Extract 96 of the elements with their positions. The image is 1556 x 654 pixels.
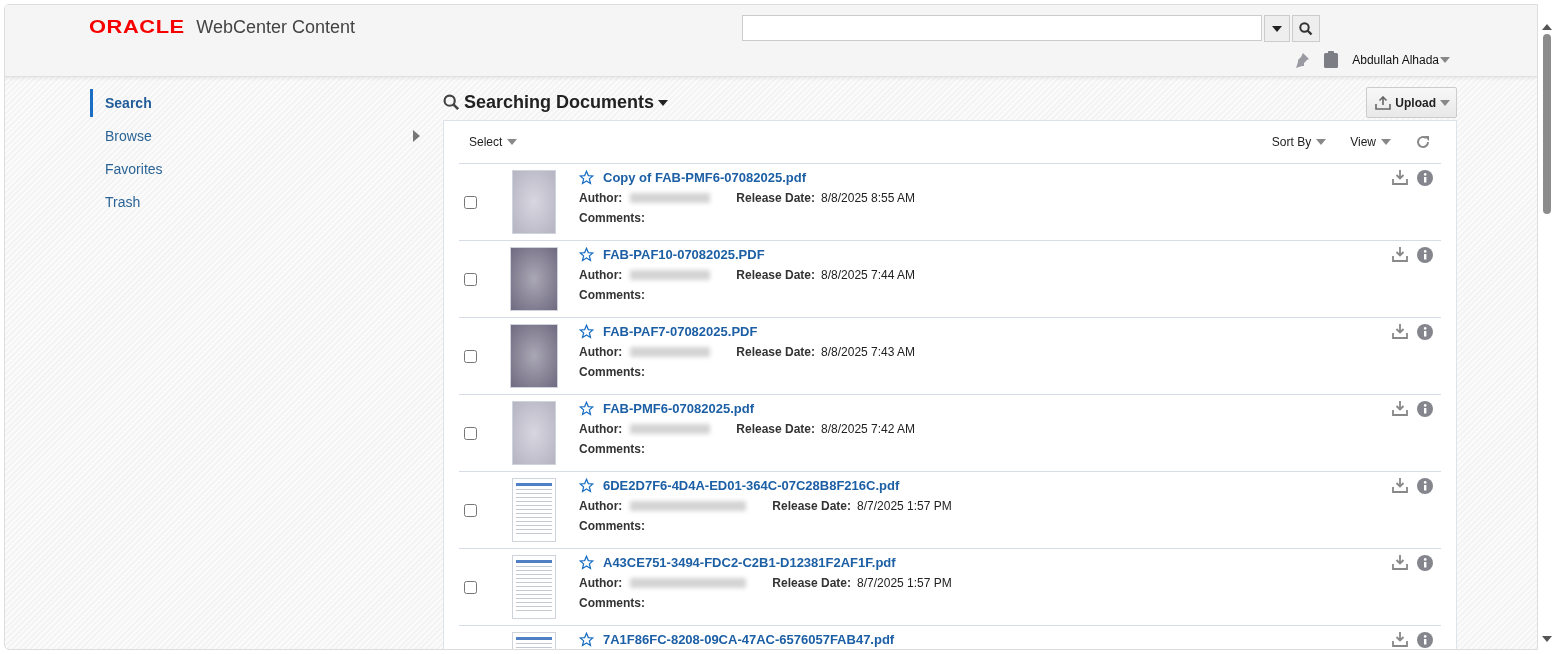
document-thumbnail[interactable] [512,170,556,234]
comments-label: Comments: [579,365,645,379]
favorite-star-icon[interactable] [579,170,594,185]
scroll-down-icon[interactable] [1542,636,1552,642]
row-checkbox[interactable] [464,195,477,209]
refresh-icon[interactable] [1415,134,1431,150]
view-menu[interactable]: View [1350,135,1391,149]
document-thumbnail[interactable] [512,478,556,542]
product-name: WebCenter Content [196,16,355,38]
release-date-label: Release Date: [772,576,852,590]
document-thumbnail[interactable] [512,401,556,465]
comments-label: Comments: [579,596,645,610]
favorite-star-icon[interactable] [579,632,594,647]
search-dropdown-button[interactable] [1264,15,1290,42]
document-title-link[interactable]: 6DE2D7F6-4D4A-ED01-364C-07C28B8F216C.pdf [603,478,900,493]
download-icon[interactable] [1392,555,1408,570]
download-icon[interactable] [1392,632,1408,647]
info-icon[interactable] [1417,401,1433,417]
search-title-menu[interactable]: Searching Documents [443,92,669,113]
info-icon[interactable] [1417,170,1433,186]
row-checkbox[interactable] [464,503,477,517]
sidebar-item[interactable]: Browse [90,122,420,150]
favorite-star-icon[interactable] [579,247,594,262]
sidebar-item[interactable]: Favorites [90,155,420,183]
document-title-link[interactable]: 7A1F86FC-8208-09CA-47AC-6576057FAB47.pdf [603,632,895,647]
document-title-link[interactable]: FAB-PMF6-07082025.pdf [603,401,754,416]
expand-arrow-icon[interactable] [413,130,420,142]
favorite-star-icon[interactable] [579,478,594,493]
caret-icon [1440,56,1450,63]
info-icon[interactable] [1417,247,1433,263]
release-date: 8/8/2025 8:55 AM [821,191,916,205]
pin-icon[interactable] [1294,51,1311,68]
caret-icon [507,139,518,145]
release-date: 8/7/2025 1:57 PM [857,576,952,590]
release-date-label: Release Date: [736,268,816,282]
caret-icon [1440,99,1450,106]
row-checkbox[interactable] [464,580,477,594]
search-icon [1299,21,1313,36]
download-icon[interactable] [1392,247,1408,262]
comments-label: Comments: [579,211,645,225]
scroll-up-icon[interactable] [1542,24,1552,30]
author-label: Author: [579,576,623,590]
release-date: 8/8/2025 7:44 AM [821,268,916,282]
favorite-star-icon[interactable] [579,324,594,339]
user-menu[interactable]: Abdullah Alhada [1352,52,1450,67]
select-menu[interactable]: Select [469,135,518,149]
document-title-link[interactable]: Copy of FAB-PMF6-07082025.pdf [603,170,806,185]
info-icon[interactable] [1417,478,1433,494]
release-date-label: Release Date: [736,422,816,436]
document-title-link[interactable]: FAB-PAF10-07082025.PDF [603,247,765,262]
caret-icon [1381,139,1391,145]
release-date: 8/7/2025 1:57 PM [857,499,952,513]
sort-by-menu[interactable]: Sort By [1271,135,1327,149]
document-title-link[interactable]: A43CE751-3494-FDC2-C2B1-D12381F2AF1F.pdf [603,555,896,570]
release-date: 8/8/2025 7:43 AM [821,345,916,359]
document-thumbnail[interactable] [510,324,558,388]
info-icon[interactable] [1417,324,1433,340]
document-title-link[interactable]: FAB-PAF7-07082025.PDF [603,324,758,339]
sidebar-item[interactable]: Trash [90,188,420,216]
info-icon[interactable] [1417,555,1433,571]
download-icon[interactable] [1392,170,1408,185]
caret-icon [1316,139,1327,145]
download-icon[interactable] [1392,324,1408,339]
document-thumbnail[interactable] [510,247,558,311]
scrollbar-thumb[interactable] [1543,34,1551,214]
row-checkbox[interactable] [464,272,477,286]
author-label: Author: [579,191,623,205]
oracle-logo: ORACLE [89,16,185,38]
search-icon [443,94,460,111]
author-label: Author: [579,422,623,436]
comments-label: Comments: [579,519,645,533]
document-thumbnail[interactable] [512,555,556,619]
caret-icon [658,99,669,106]
upload-icon [1375,95,1392,110]
author-label: Author: [579,268,623,282]
search-field[interactable] [742,15,1262,41]
author-label: Author: [579,499,623,513]
search-button[interactable] [1292,15,1320,42]
release-date-label: Release Date: [736,191,816,205]
comments-label: Comments: [579,288,645,302]
row-checkbox[interactable] [464,426,477,440]
comments-label: Comments: [579,442,645,456]
favorite-star-icon[interactable] [579,401,594,416]
sidebar-item[interactable]: Search [90,89,420,117]
clipboard-icon[interactable] [1324,51,1339,68]
info-icon[interactable] [1417,632,1433,648]
release-date-label: Release Date: [736,345,816,359]
row-checkbox[interactable] [464,349,477,363]
download-icon[interactable] [1392,401,1408,416]
release-date: 8/8/2025 7:42 AM [821,422,916,436]
favorite-star-icon[interactable] [579,555,594,570]
caret-icon [1272,25,1282,32]
upload-button[interactable]: Upload [1366,87,1457,118]
download-icon[interactable] [1392,478,1408,493]
author-label: Author: [579,345,623,359]
release-date-label: Release Date: [772,499,852,513]
